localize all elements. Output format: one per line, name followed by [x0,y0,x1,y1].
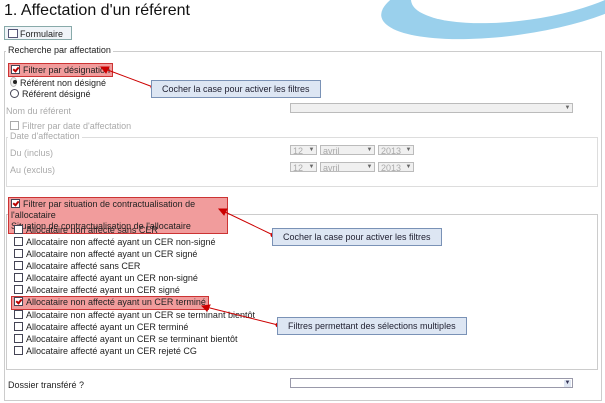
callout-multiple-selection: Filtres permettant des sélections multip… [277,317,467,335]
arrow-head-3 [200,304,211,312]
annotation-arrows [99,66,281,328]
arrow-line-1 [104,68,154,88]
arrow-line-2 [222,210,274,236]
arrow-head-1 [99,66,110,74]
callout-activate-filters-1: Cocher la case pour activer les filtres [151,80,321,98]
arrow-head-2 [217,208,228,216]
callout-activate-filters-2: Cocher la case pour activer les filtres [272,228,442,246]
arrow-line-3 [205,306,279,326]
